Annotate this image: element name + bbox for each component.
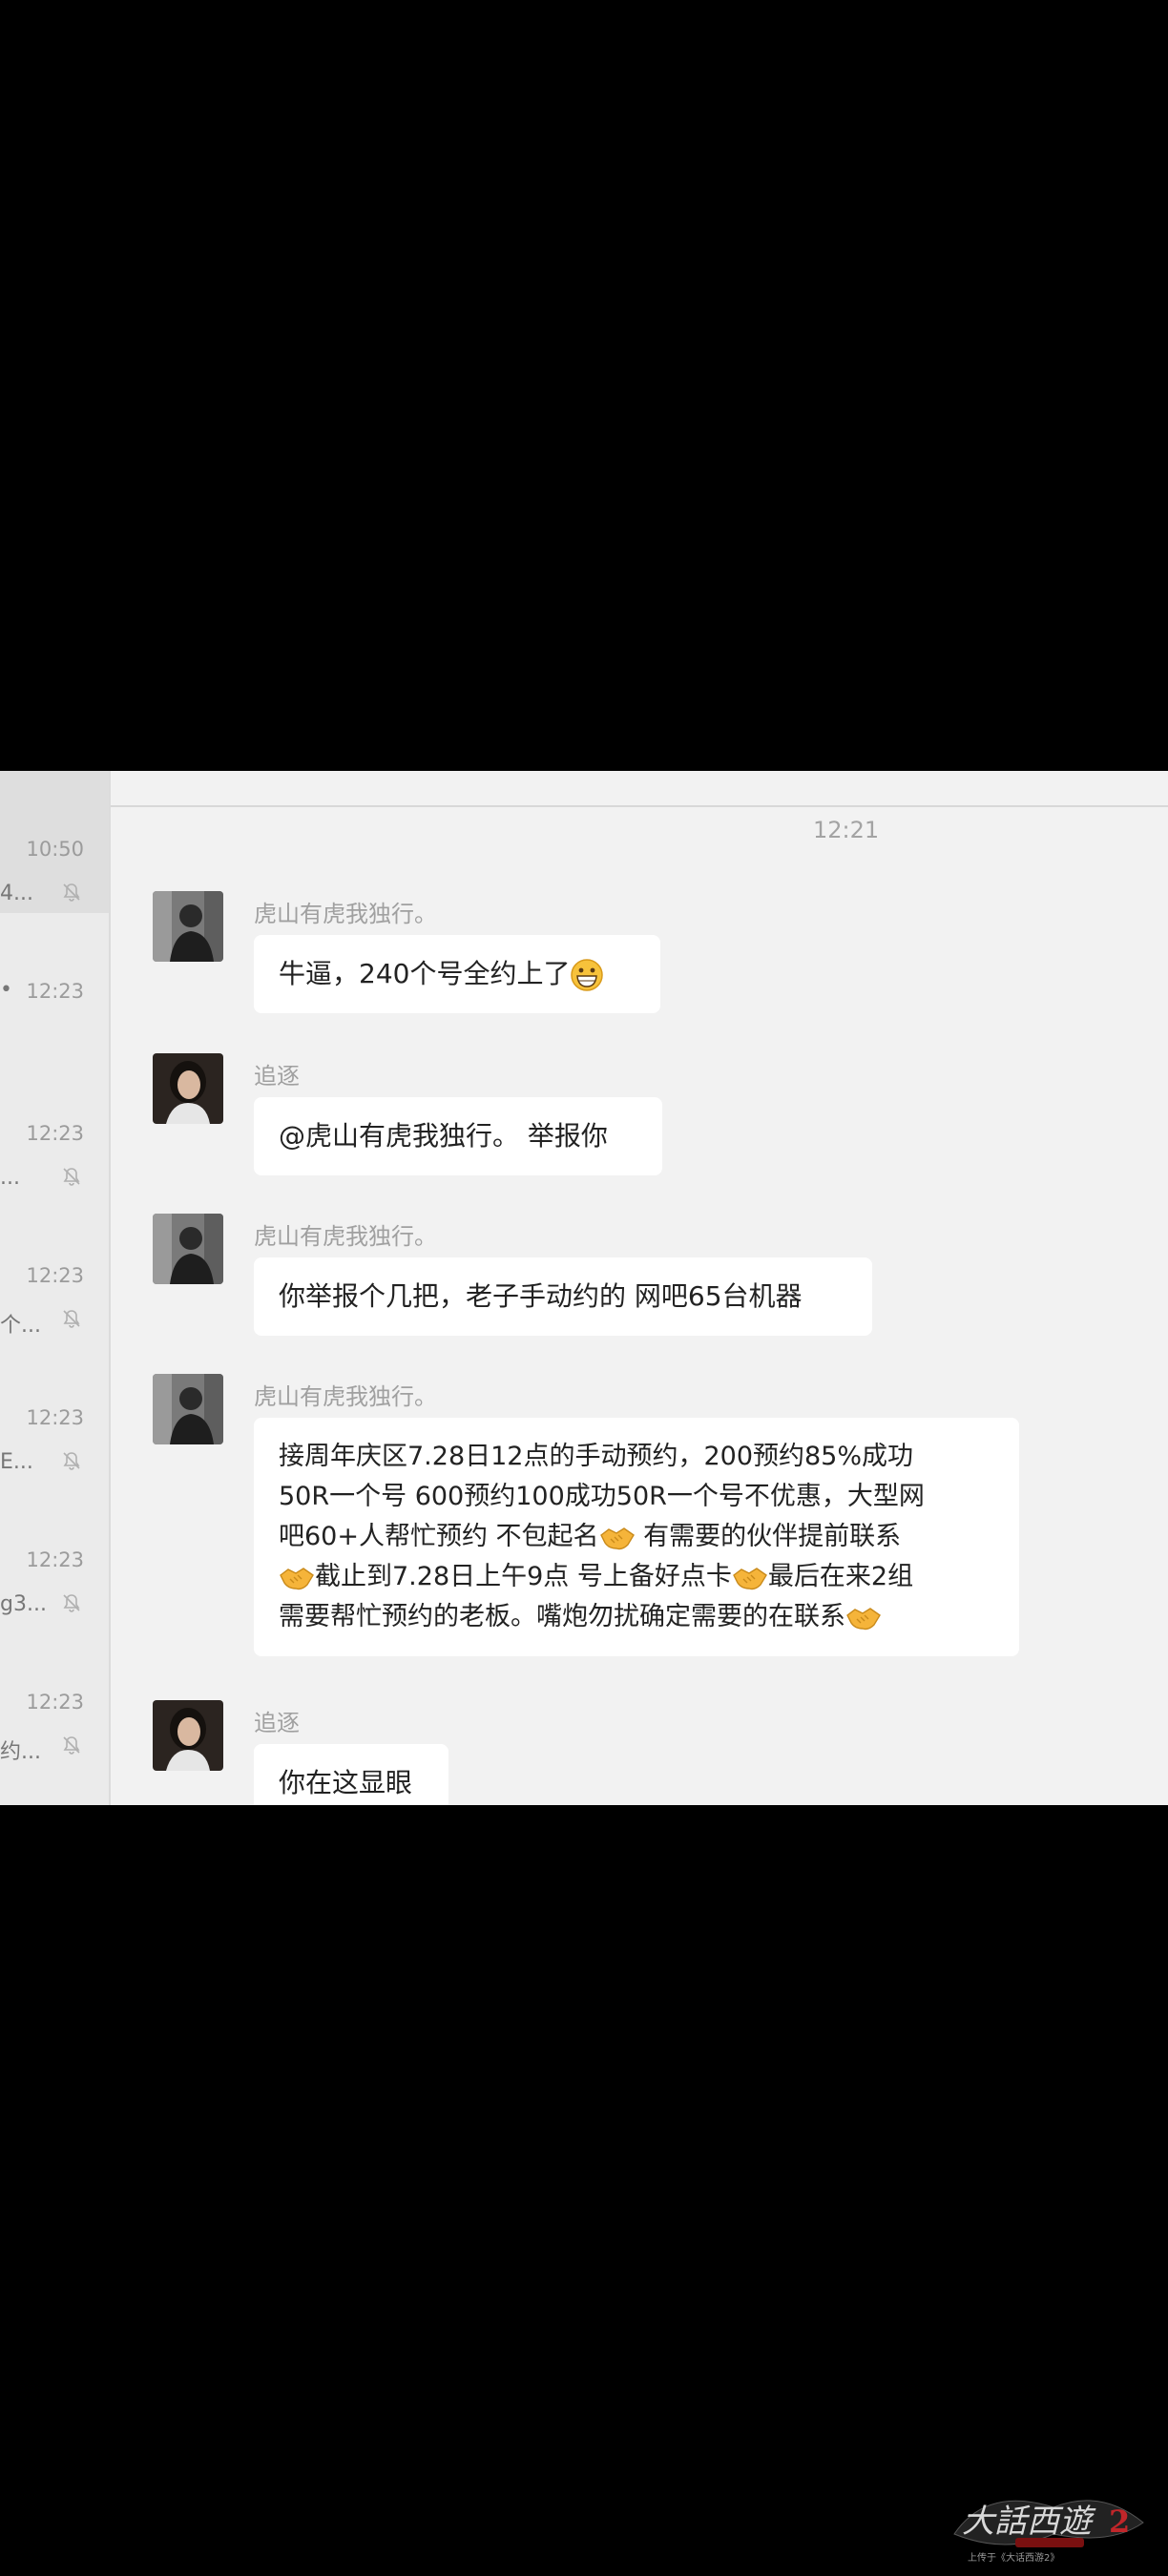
- message-bubble[interactable]: 接周年庆区7.28日12点的手动预约，200预约85%成功 50R一个号 600…: [254, 1418, 1019, 1656]
- mute-bell-icon: [63, 1736, 80, 1755]
- mute-bell-icon: [63, 1168, 80, 1186]
- avatar[interactable]: [153, 1214, 223, 1284]
- chat-time: 12:23: [26, 1406, 84, 1429]
- sender-name: 追逐: [254, 1710, 300, 1736]
- game-logo-watermark: 大話西遊 2 上传于《大话西游2》: [949, 2479, 1149, 2566]
- avatar[interactable]: [153, 891, 223, 962]
- chat-list-item[interactable]: 12:23 个...: [0, 1197, 109, 1340]
- sender-name: 虎山有虎我独行。: [254, 1383, 437, 1410]
- message-text: 截止到7.28日上午9点 号上备好点卡 最后在来2组: [279, 1557, 994, 1597]
- message-bubble[interactable]: 你在这显眼: [254, 1744, 448, 1805]
- chat-header-divider: [111, 805, 1168, 807]
- chat-preview-fragment: g3...: [0, 1592, 47, 1616]
- message-bubble[interactable]: 你举报个几把，老子手动约的 网吧65台机器: [254, 1257, 872, 1336]
- chat-list-item[interactable]: 10:50 4...: [0, 771, 109, 913]
- message-text: @虎山有虎我独行。 举报你: [279, 1120, 608, 1152]
- chat-preview-fragment: 4...: [0, 882, 33, 905]
- chat-list-item[interactable]: • 12:23: [0, 913, 109, 1055]
- chat-time: 12:23: [26, 980, 84, 1003]
- chat-list-item[interactable]: 12:23 约...: [0, 1624, 109, 1766]
- handshake-emoji-icon: [733, 1567, 767, 1589]
- avatar[interactable]: [153, 1374, 223, 1444]
- svg-text:2: 2: [1109, 2503, 1130, 2540]
- message-bubble[interactable]: @虎山有虎我独行。 举报你: [254, 1097, 662, 1175]
- chat-time: 12:23: [26, 1264, 84, 1287]
- grinning-face-emoji-icon: [571, 959, 604, 991]
- chat-list-sidebar: 10:50 4... • 12:23 12:23 ... 12:23 个... …: [0, 771, 111, 1805]
- chat-time: 12:23: [26, 1691, 84, 1714]
- chat-preview-fragment: E...: [0, 1450, 33, 1474]
- chat-time: 12:23: [26, 1122, 84, 1145]
- logo-image: 大話西遊 2 上传于《大话西游2》: [953, 2500, 1144, 2564]
- avatar[interactable]: [153, 1053, 223, 1124]
- chat-preview-fragment: ...: [0, 1166, 20, 1190]
- mute-bell-icon: [63, 883, 80, 902]
- mute-bell-icon: [63, 1310, 80, 1328]
- chat-time: 12:23: [26, 1548, 84, 1571]
- chat-list-item[interactable]: 12:23 E...: [0, 1340, 109, 1482]
- wechat-window: 10:50 4... • 12:23 12:23 ... 12:23 个... …: [0, 771, 1168, 1805]
- chat-time: 10:50: [26, 838, 84, 861]
- chat-list-item[interactable]: 12:23 ...: [0, 1055, 109, 1197]
- message-text: 吧60+人帮忙预约 不包起名 有需要的伙伴提前联系: [279, 1522, 902, 1551]
- message-text: 接周年庆区7.28日12点的手动预约，200预约85%成功: [279, 1442, 914, 1471]
- svg-text:上传于《大话西游2》: 上传于《大话西游2》: [968, 2551, 1059, 2564]
- avatar[interactable]: [153, 1700, 223, 1771]
- message-text: 你举报个几把，老子手动约的 网吧65台机器: [279, 1280, 803, 1312]
- chat-preview-fragment: 个...: [0, 1314, 41, 1338]
- chat-message-area[interactable]: 12:21 虎山有虎我独行。 牛逼，240个号全约上了 追逐 @虎山有虎我独行。…: [111, 771, 1168, 1805]
- message-text: 牛逼，240个号全约上了: [279, 954, 636, 994]
- sender-name: 虎山有虎我独行。: [254, 901, 437, 927]
- message-text: 需要帮忙预约的老板。嘴炮勿扰确定需要的在联系: [279, 1597, 994, 1637]
- chat-preview-fragment: 约...: [0, 1740, 41, 1764]
- sender-name: 追逐: [254, 1063, 300, 1090]
- mute-bell-icon: [63, 1452, 80, 1470]
- svg-text:大話西遊: 大話西遊: [962, 2503, 1096, 2541]
- handshake-emoji-icon: [599, 1527, 635, 1549]
- handshake-emoji-icon: [846, 1607, 881, 1630]
- chat-list-item[interactable]: 12:23 g3...: [0, 1482, 109, 1624]
- message-text: 50R一个号 600预约100成功50R一个号不优惠，大型网: [279, 1482, 925, 1511]
- mute-bell-icon: [63, 1594, 80, 1612]
- message-text: 你在这显眼: [279, 1767, 413, 1798]
- chat-preview-fragment: •: [0, 978, 12, 1002]
- message-bubble[interactable]: 牛逼，240个号全约上了: [254, 935, 660, 1013]
- message-timestamp: 12:21: [813, 817, 880, 843]
- handshake-emoji-icon: [280, 1567, 314, 1589]
- sender-name: 虎山有虎我独行。: [254, 1223, 437, 1250]
